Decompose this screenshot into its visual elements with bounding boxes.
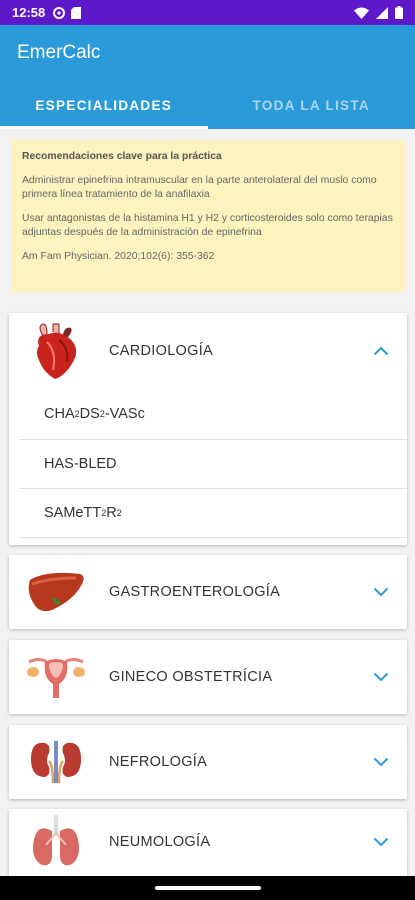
lungs-icon (21, 812, 91, 872)
home-gesture-handle[interactable] (154, 886, 261, 890)
sub-list: CHA 2 DS 2 -VASc HAS-BLED SAMeTT 2 R 2 (9, 389, 407, 538)
specialty-header-cardiologia[interactable]: CARDIOLOGÍA (9, 313, 407, 389)
sd-card-icon (71, 6, 82, 19)
liver-icon (21, 562, 91, 622)
specialty-card-neumologia[interactable]: NEUMOLOGÍA (9, 809, 407, 883)
specialty-header-neumologia[interactable]: NEUMOLOGÍA (9, 809, 407, 875)
uterus-icon (21, 647, 91, 707)
specialty-card-nefrologia[interactable]: NEFROLOGÍA (9, 725, 407, 799)
chevron-down-icon[interactable] (373, 837, 389, 847)
kidneys-icon (21, 732, 91, 792)
chevron-down-icon[interactable] (373, 757, 389, 767)
specialty-header-gineco-obstetricia[interactable]: GINECO OBSTETRÍCIA (9, 640, 407, 714)
tab-toda-la-lista[interactable]: TODA LA LISTA (208, 81, 415, 129)
navigation-bar (0, 876, 415, 900)
app-title: EmerCalc (17, 42, 101, 63)
specialty-label: GASTROENTEROLOGÍA (109, 584, 281, 600)
signal-icon (376, 6, 388, 19)
recommendation-text-2: Usar antagonistas de la histamina H1 y H… (22, 213, 393, 238)
calc-has-bled[interactable]: HAS-BLED (19, 438, 407, 489)
settings-status-icon (53, 6, 66, 19)
battery-icon (395, 6, 403, 19)
recommendation-reference: Am Fam Physician. 2020;102(6): 355-362 (22, 251, 215, 262)
specialty-label: NEFROLOGÍA (109, 754, 208, 770)
specialty-label: GINECO OBSTETRÍCIA (109, 669, 273, 685)
specialty-card-gastroenterologia[interactable]: GASTROENTEROLOGÍA (9, 555, 407, 629)
specialty-header-gastroenterologia[interactable]: GASTROENTEROLOGÍA (9, 555, 407, 629)
chevron-down-icon[interactable] (373, 587, 389, 597)
recommendation-note: Recomendaciones clave para la práctica A… (12, 140, 405, 292)
chevron-up-icon[interactable] (373, 346, 389, 356)
specialty-label: NEUMOLOGÍA (109, 834, 211, 850)
chevron-down-icon[interactable] (373, 672, 389, 682)
wifi-icon (354, 7, 369, 19)
specialty-card-gineco-obstetricia[interactable]: GINECO OBSTETRÍCIA (9, 640, 407, 714)
specialty-label: CARDIOLOGÍA (109, 343, 214, 359)
specialty-card-cardiologia: CARDIOLOGÍA CHA 2 DS 2 -VASc HAS-BLED SAMeTT… (9, 313, 407, 545)
heart-icon (21, 321, 91, 381)
specialty-header-nefrologia[interactable]: NEFROLOGÍA (9, 725, 407, 799)
recommendation-text-1: Administrar epinefrina intramuscular en … (22, 175, 377, 200)
status-bar: 12:58 (0, 0, 415, 25)
calc-samett2r2[interactable]: SAMeTT 2 R 2 (19, 488, 407, 538)
tab-bar: ESPECIALIDADES TODA LA LISTA (0, 81, 415, 129)
tab-especialidades[interactable]: ESPECIALIDADES (0, 81, 208, 129)
calc-cha2ds2-vasc[interactable]: CHA 2 DS 2 -VASc (19, 389, 407, 439)
recommendation-title: Recomendaciones clave para la práctica (22, 151, 222, 162)
status-time: 12:58 (12, 5, 46, 20)
app-bar: EmerCalc (0, 25, 415, 81)
